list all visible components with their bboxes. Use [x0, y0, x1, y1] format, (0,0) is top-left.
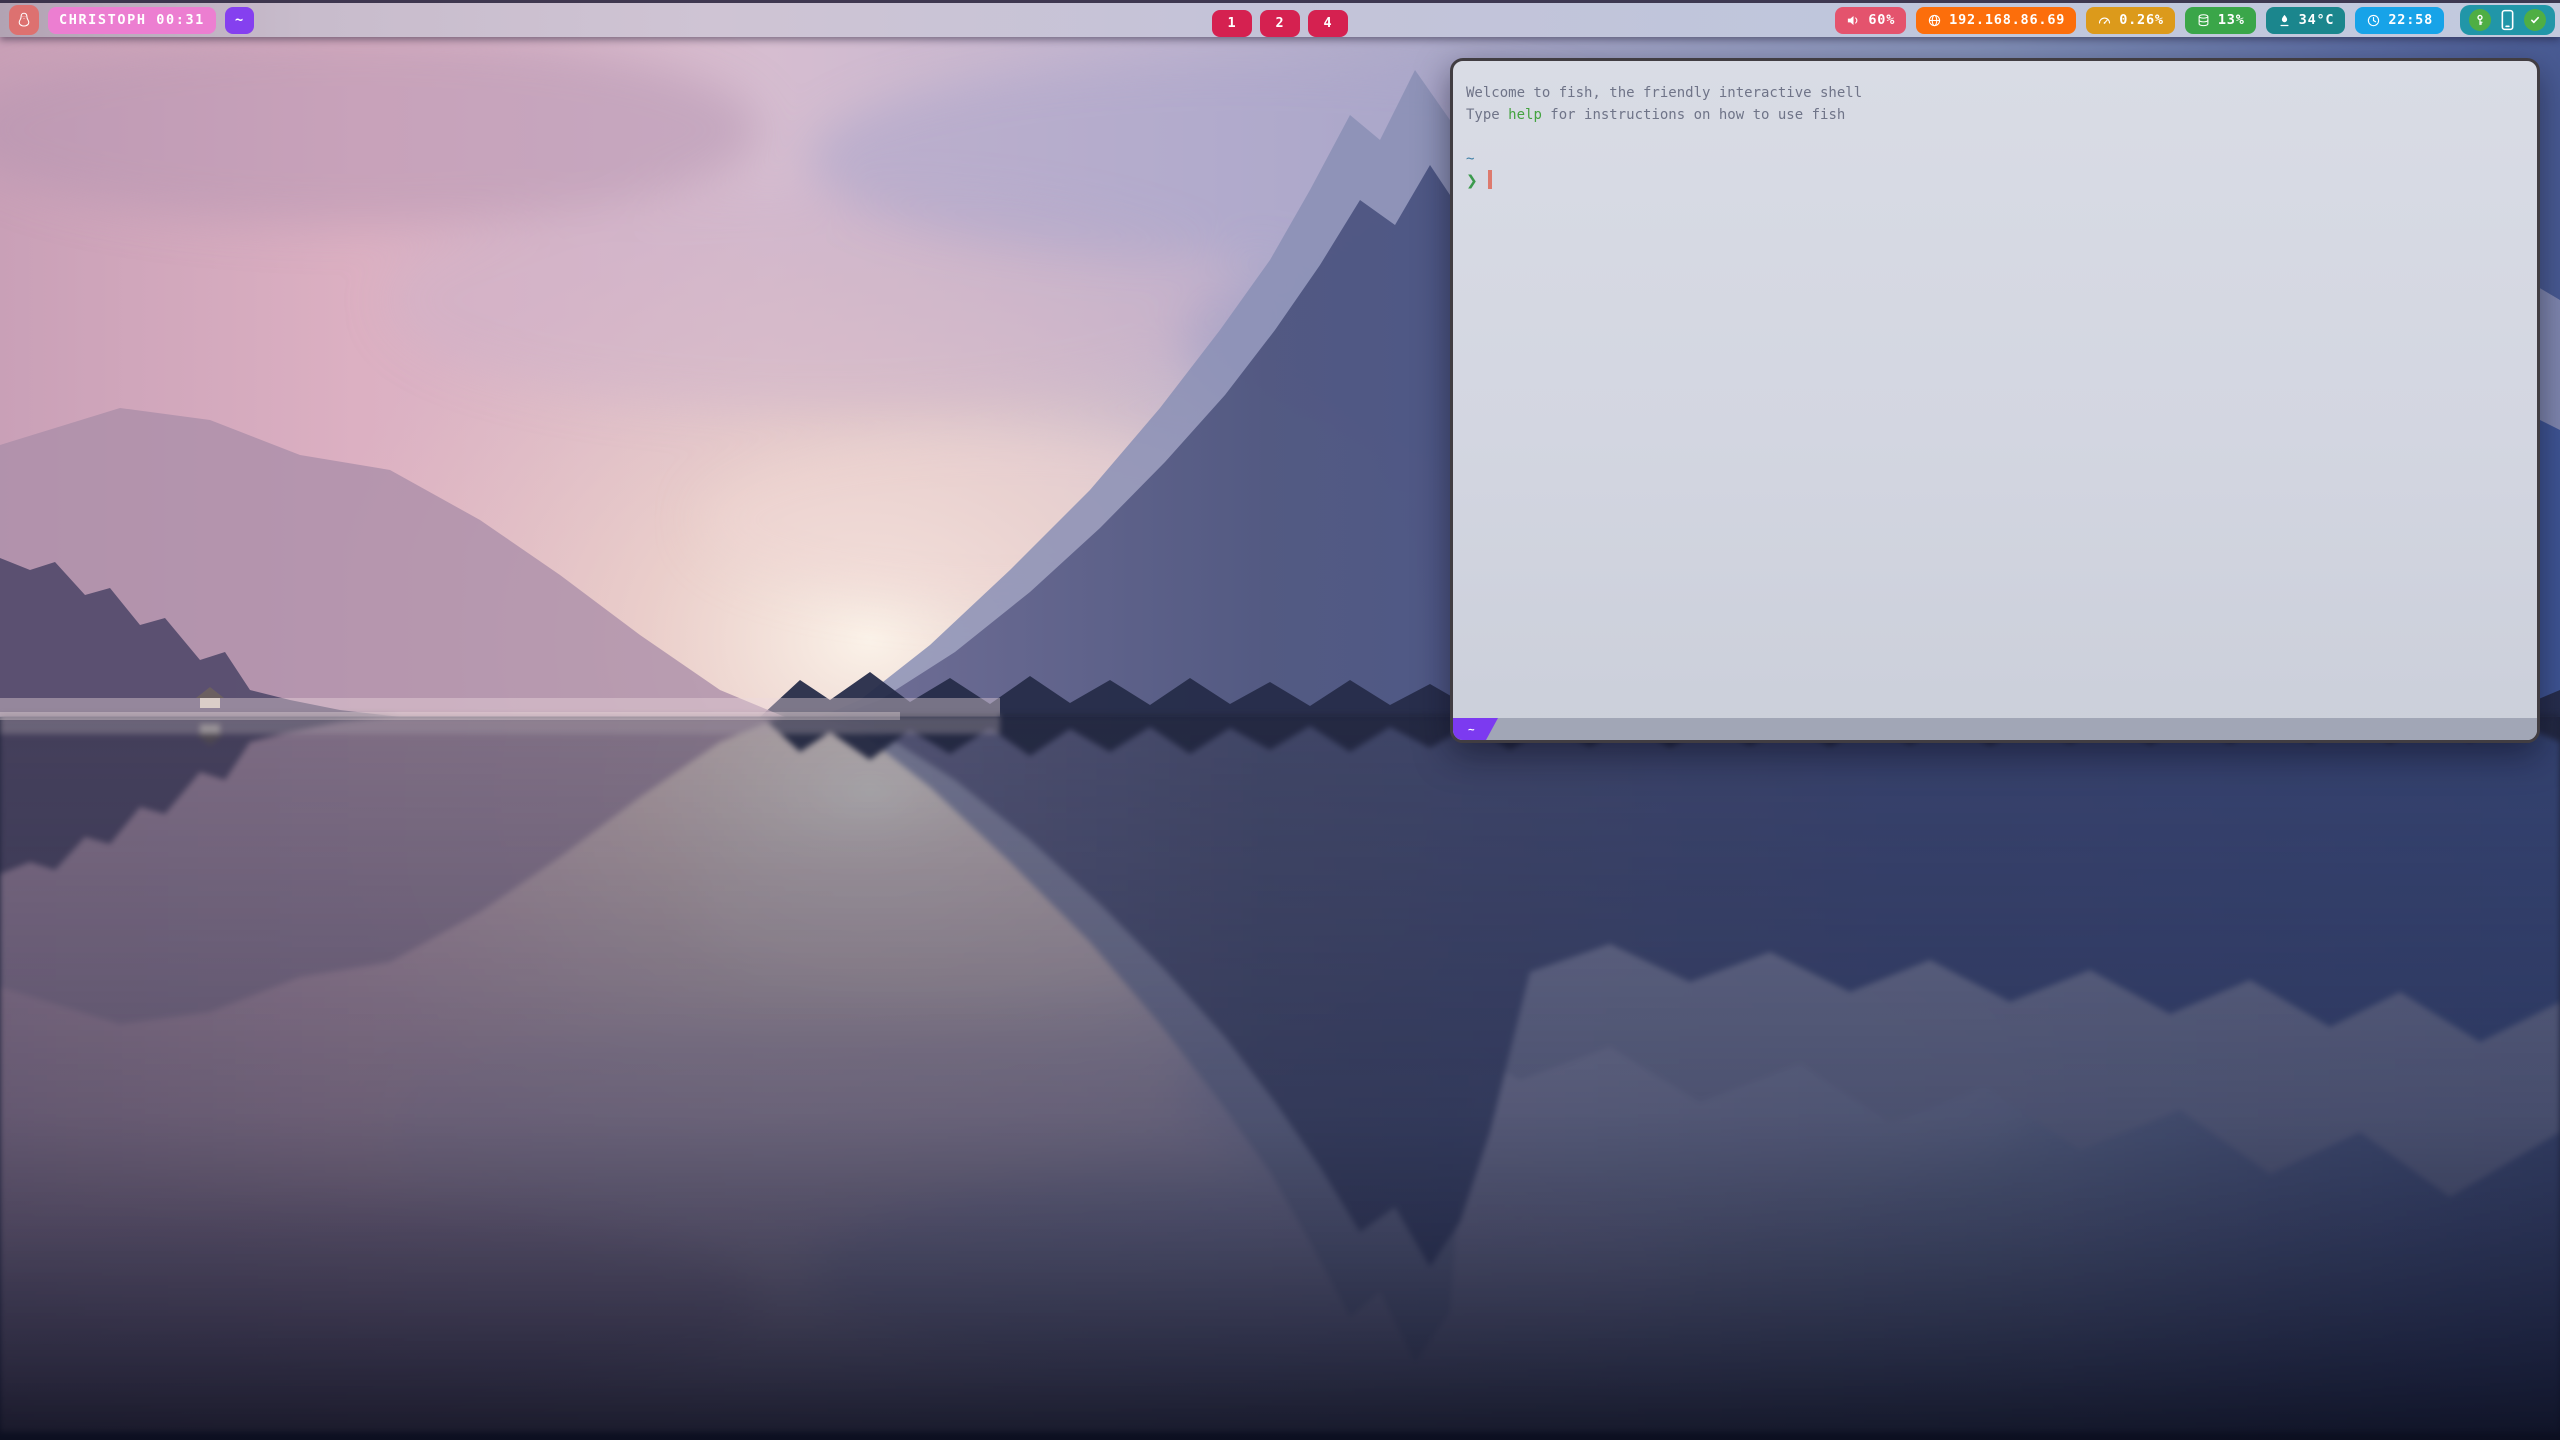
- terminal-output[interactable]: Welcome to fish, the friendly interactiv…: [1453, 61, 2537, 718]
- temperature-label: 34°C: [2299, 12, 2335, 28]
- prompt-chevron: ❯: [1466, 173, 1478, 189]
- thermometer-icon: [2277, 13, 2292, 28]
- cpu-badge[interactable]: 0.26%: [2086, 7, 2175, 34]
- check-circle-icon[interactable]: [2524, 9, 2546, 31]
- network-label: 192.168.86.69: [1949, 12, 2065, 28]
- speaker-icon: [1846, 13, 1861, 28]
- top-bar-status-group: 60% 192.168.86.69 0.26%: [1835, 5, 2560, 35]
- top-bar: CHRISTOPH 00:31 ~ 1 2 4 60%: [0, 0, 2560, 37]
- keepassxc-icon[interactable]: [2469, 9, 2491, 31]
- volume-badge[interactable]: 60%: [1835, 7, 1906, 34]
- memory-badge[interactable]: 13%: [2185, 7, 2256, 34]
- clock-icon: [2366, 13, 2381, 28]
- help-command-text: help: [1508, 107, 1542, 123]
- workspace-button-1[interactable]: 1: [1212, 10, 1252, 37]
- focused-window-label: ~: [235, 12, 244, 28]
- tux-icon: [15, 11, 33, 29]
- focused-window-badge[interactable]: ~: [225, 7, 254, 34]
- terminal-greeting-line2: Type help for instructions on how to use…: [1466, 104, 2537, 126]
- cpu-label: 0.26%: [2119, 12, 2164, 28]
- terminal-tab-bar: ~: [1453, 718, 2537, 740]
- network-badge[interactable]: 192.168.86.69: [1916, 7, 2076, 34]
- terminal-window[interactable]: Welcome to fish, the friendly interactiv…: [1450, 58, 2540, 743]
- user-session-label: CHRISTOPH 00:31: [59, 12, 205, 28]
- temperature-badge[interactable]: 34°C: [2266, 7, 2346, 34]
- clock-label: 22:58: [2388, 12, 2433, 28]
- workspace-button-2[interactable]: 2: [1260, 10, 1300, 37]
- smartphone-icon[interactable]: [2500, 9, 2515, 31]
- system-tray: [2460, 5, 2555, 35]
- terminal-greeting-line1: Welcome to fish, the friendly interactiv…: [1466, 82, 2537, 104]
- terminal-tab-label: ~: [1468, 723, 1475, 736]
- gauge-icon: [2097, 13, 2112, 28]
- top-bar-left-group: CHRISTOPH 00:31 ~: [0, 5, 254, 35]
- globe-icon: [1927, 13, 1942, 28]
- terminal-tab-home[interactable]: ~: [1453, 718, 1499, 740]
- terminal-blank-line: [1466, 126, 2537, 148]
- clock-badge[interactable]: 22:58: [2355, 7, 2444, 34]
- volume-label: 60%: [1868, 12, 1895, 28]
- memory-label: 13%: [2218, 12, 2245, 28]
- user-session-badge[interactable]: CHRISTOPH 00:31: [48, 7, 216, 34]
- launcher-button[interactable]: [9, 5, 39, 35]
- database-icon: [2196, 13, 2211, 28]
- prompt-directory: ~: [1466, 148, 2537, 170]
- prompt-line: ❯: [1466, 170, 2537, 192]
- workspace-button-4[interactable]: 4: [1308, 10, 1348, 37]
- terminal-cursor: [1488, 170, 1492, 189]
- workspace-switcher: 1 2 4: [1212, 6, 1348, 40]
